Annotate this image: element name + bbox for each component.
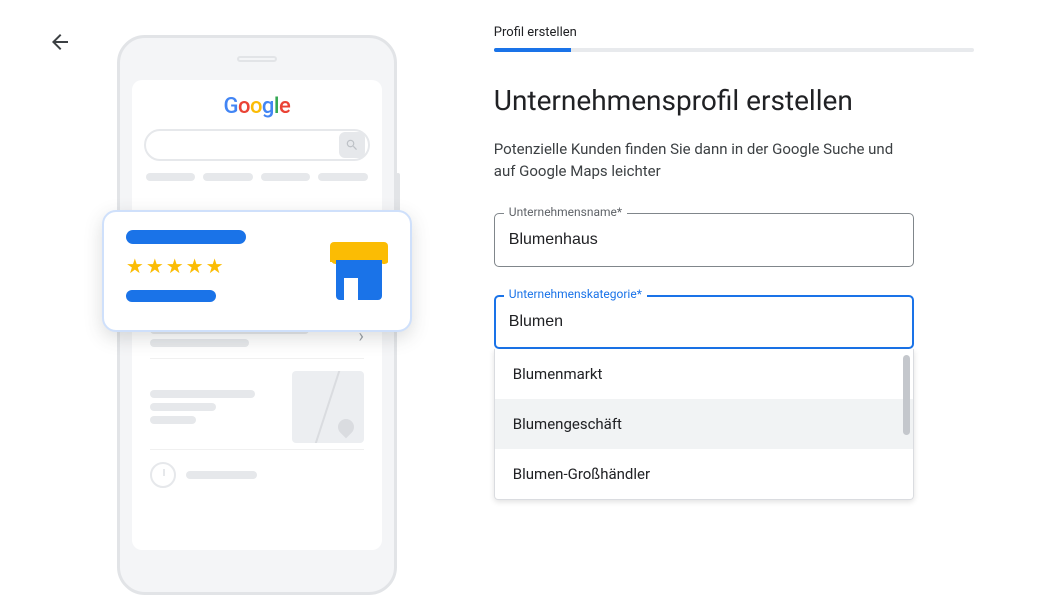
page-subtext: Potenzielle Kunden finden Sie dann in de…	[494, 139, 914, 183]
star-rating-icon: ★★★★★	[126, 254, 312, 278]
business-category-field: Unternehmenskategorie*	[494, 295, 914, 349]
map-thumbnail	[292, 371, 364, 443]
form-panel: Profil erstellen Unternehmensprofil erst…	[474, 25, 1004, 520]
business-name-label: Unternehmensname*	[504, 205, 627, 219]
business-category-input[interactable]	[494, 295, 914, 349]
suggestion-item[interactable]: Blumengeschäft	[495, 399, 913, 449]
business-card-preview: ★★★★★	[102, 210, 412, 332]
mock-search-bar	[144, 129, 370, 161]
search-icon	[339, 132, 365, 158]
illustration-panel: Google ›	[40, 25, 474, 520]
scrollbar[interactable]	[903, 355, 910, 435]
step-label: Profil erstellen	[494, 25, 974, 40]
business-name-input[interactable]	[494, 213, 914, 267]
page-title: Unternehmensprofil erstellen	[494, 84, 974, 117]
mock-chips	[144, 173, 370, 181]
suggestion-item[interactable]: Blumenmarkt	[495, 349, 913, 399]
progress-bar	[494, 48, 974, 52]
google-logo: Google	[144, 94, 370, 119]
business-name-field: Unternehmensname*	[494, 213, 914, 267]
business-category-label: Unternehmenskategorie*	[504, 287, 647, 301]
category-suggestions: Blumenmarkt Blumengeschäft Blumen-Großhä…	[494, 349, 914, 500]
map-pin-icon	[335, 416, 358, 439]
suggestion-item[interactable]: Blumen-Großhändler	[495, 449, 913, 499]
clock-icon	[150, 462, 176, 488]
store-icon	[330, 242, 388, 300]
